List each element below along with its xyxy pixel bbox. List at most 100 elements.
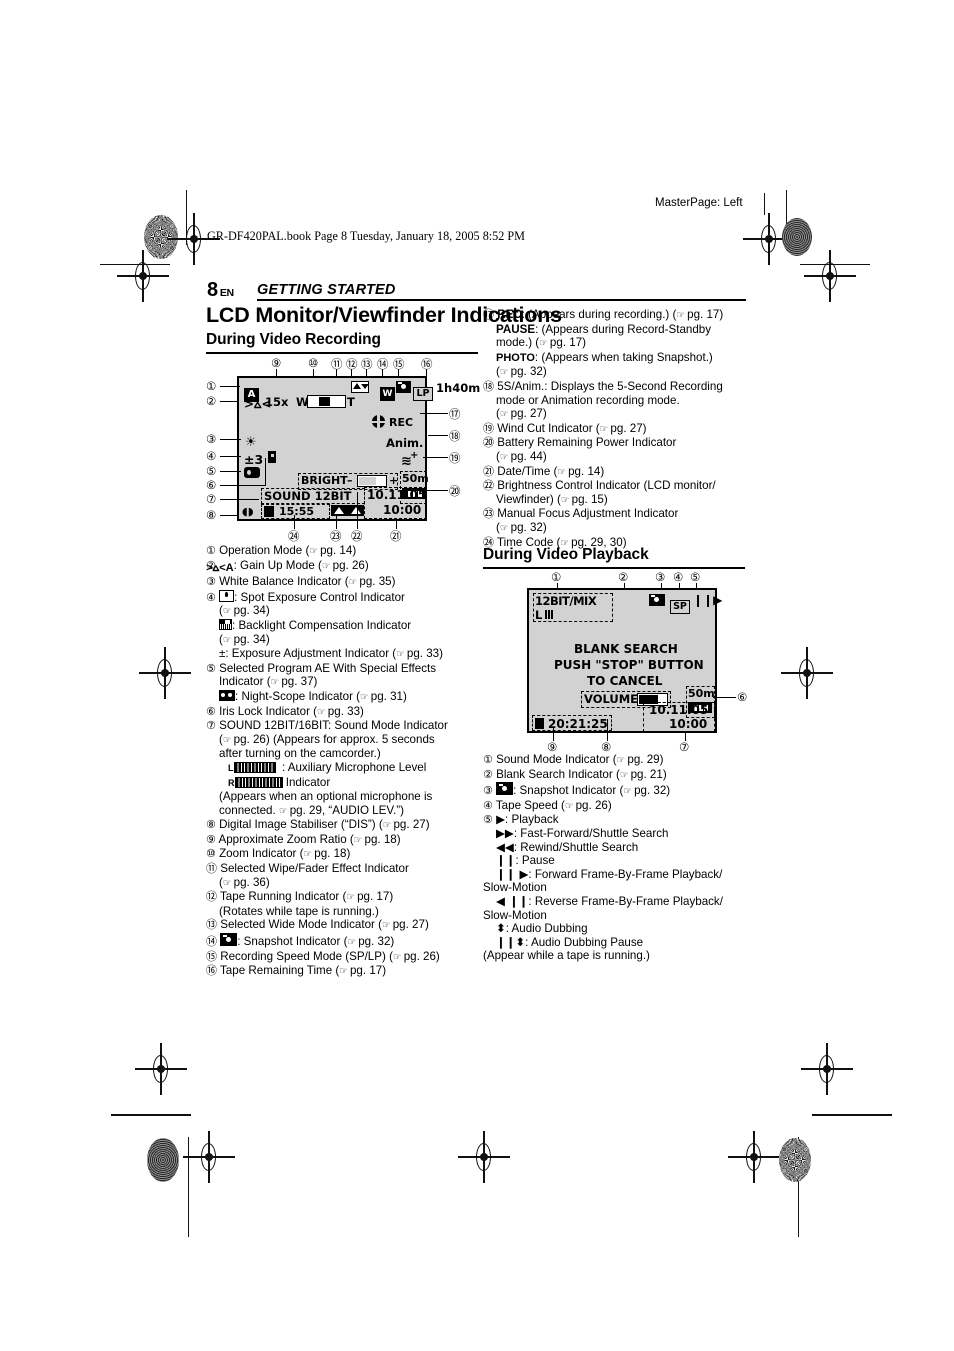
list-item: ⑨ Approximate Zoom Ratio (☞ pg. 18): [206, 832, 401, 846]
callout-6: ⑥: [206, 478, 217, 492]
anim-indicator-value: Anim.: [386, 436, 424, 450]
speed-mode-value: LP: [413, 387, 433, 401]
callout-24: ㉔: [288, 529, 300, 543]
trim-line-bottom-left-v: [188, 1137, 190, 1237]
frame-reverse-icon: ◀ ❙❙: [496, 893, 529, 908]
list-item-cont: ◀ ❙❙: Reverse Frame-By-Frame Playback/: [496, 893, 723, 908]
callout-22: ㉒: [351, 529, 363, 543]
date-value: 10.11.05: [367, 488, 427, 502]
tape-length-value: 50m: [402, 472, 429, 485]
night-scope-icon: [219, 689, 235, 701]
list-item: ⑭ : Snapshot Indicator (☞ pg. 32): [206, 933, 395, 949]
snapshot-icon: [220, 933, 238, 947]
sound-mode-value: SOUND 12BIT: [264, 489, 352, 503]
iris-lock-icon-hole: [270, 454, 274, 457]
leader-5: [220, 471, 241, 473]
leader-1: [220, 386, 240, 388]
list-item-cont: ◀◀: Rewind/Shuttle Search: [496, 839, 639, 854]
trim-line-bottom-left-h: [111, 1114, 191, 1116]
leader-6-v: [265, 458, 267, 486]
list-item: ② >⩟<A: Gain Up Mode (☞ pg. 26): [206, 558, 369, 574]
list-item-cont: (☞ pg. 32): [496, 520, 547, 534]
list-item-cont: PHOTO: (Appears when taking Snapshot.): [496, 350, 713, 364]
snapshot-icon-lens: [654, 597, 659, 602]
list-item-cont: connected. ☞ pg. 29, “AUDIO LEV.”): [219, 803, 404, 817]
list-item-cont: ±: Exposure Adjustment Indicator (☞ pg. …: [219, 647, 443, 661]
list-item: ③ : Snapshot Indicator (☞ pg. 32): [483, 782, 671, 798]
callout-10: ⑩: [308, 356, 319, 370]
time-value: 10:00: [383, 503, 422, 517]
sound-channel-bar: [545, 610, 554, 619]
leader-18: [428, 435, 448, 437]
list-item: ① Sound Mode Indicator (☞ pg. 29): [483, 753, 664, 766]
callout-2: ②: [206, 394, 217, 408]
leader-22: [357, 492, 359, 529]
list-item: ④ : Spot Exposure Control Indicator: [206, 589, 405, 604]
leader-21: [396, 518, 398, 529]
transport-status-value: ❙❙▶: [693, 593, 723, 607]
list-item-cont: (☞ pg. 44): [496, 449, 547, 463]
trim-line-top-right-h: [800, 264, 870, 266]
manual-focus-glyph-a: [334, 507, 344, 514]
list-item-cont: Indicator (☞ pg. 37): [219, 675, 318, 689]
list-item-cont: (☞ pg. 36): [219, 875, 270, 889]
list-item-cont: (Appears when an optional microphone is: [219, 790, 433, 804]
registration-mark-top-right: [743, 213, 795, 265]
subheading-playback: During Video Playback: [483, 546, 649, 563]
rewind-icon: ◀◀: [496, 839, 514, 854]
callout-4: ④: [206, 449, 217, 463]
list-item: ④ Tape Speed (☞ pg. 26): [483, 798, 612, 812]
playback-callout-8: ⑧: [601, 740, 612, 754]
list-item-cont: R Indicator: [228, 775, 331, 789]
list-item-cont: (Appear while a tape is running.): [483, 949, 650, 963]
white-balance-icon: ☀: [245, 435, 257, 450]
wipe-fader-icon-glyph: [353, 383, 361, 389]
time-code-icon: [264, 506, 274, 517]
list-item: ⑦ SOUND 12BIT/16BIT: Sound Mode Indicato…: [206, 719, 448, 733]
list-item-cont: (☞ pg. 32): [496, 365, 547, 379]
list-item-cont: L : Auxiliary Microphone Level: [228, 760, 427, 774]
playback-callout-4: ④: [673, 570, 684, 584]
time-code-value: 20:21:25: [548, 717, 608, 731]
trim-line-bottom-right-h: [812, 1114, 892, 1116]
speed-mode-icon: LP: [413, 381, 433, 401]
mic-level-icon-left: [233, 761, 276, 773]
callout-20: ⑳: [449, 484, 461, 498]
leader-2: [220, 401, 239, 403]
list-item: ㉑ Date/Time (☞ pg. 14): [483, 464, 605, 478]
registration-mark-left-lower: [135, 1043, 187, 1095]
list-item: ③ White Balance Indicator (☞ pg. 35): [206, 575, 396, 589]
list-item-cont: ▶▶: Fast-Forward/Shuttle Search: [496, 825, 669, 840]
callout-3: ③: [206, 432, 217, 446]
page-number: 8 EN: [207, 279, 234, 302]
list-item: ② Blank Search Indicator (☞ pg. 21): [483, 767, 667, 781]
exposure-value: ±3: [244, 452, 264, 467]
list-item-cont: mode.) (☞ pg. 17): [496, 336, 587, 350]
sound-channel-value: L: [535, 608, 543, 622]
list-item: ㉓ Manual Focus Adjustment Indicator: [483, 507, 679, 521]
playback-callout-5: ⑤: [690, 570, 701, 584]
registration-mark-right-lower: [801, 1043, 853, 1095]
list-item: ⑩ Zoom Indicator (☞ pg. 18): [206, 847, 351, 861]
list-item: ⑤ ▶: Playback: [483, 812, 559, 827]
snapshot-icon-flash: [398, 382, 402, 384]
list-item-cont: (☞ pg. 34): [219, 604, 270, 618]
playback-indicator-list: ① Sound Mode Indicator (☞ pg. 29) ② Blan…: [483, 753, 755, 963]
leader-19: [423, 457, 448, 459]
callout-21: ㉑: [390, 529, 402, 543]
list-item-cont: (☞ pg. 34): [219, 632, 270, 646]
trim-line-left-top: [186, 190, 188, 245]
masterpage-rule: [764, 193, 766, 215]
playback-callout-6: ⑥: [737, 690, 748, 704]
brightness-bar-fill: [359, 477, 376, 485]
list-item-cont: : Night-Scope Indicator (☞ pg. 31): [206, 689, 478, 705]
list-item: ⑥ Iris Lock Indicator (☞ pg. 33): [206, 704, 364, 718]
registration-mark-top-left: [168, 213, 220, 265]
list-item: ⑲ Wind Cut Indicator (☞ pg. 27): [483, 421, 647, 435]
subheading-playback-rule: [483, 567, 745, 569]
leader-4: [220, 456, 241, 458]
list-item-cont: (☞ pg. 27): [496, 407, 547, 421]
leader-17: [420, 413, 448, 415]
page-language-code: EN: [219, 287, 234, 299]
zoom-indicator-t: T: [347, 395, 355, 409]
